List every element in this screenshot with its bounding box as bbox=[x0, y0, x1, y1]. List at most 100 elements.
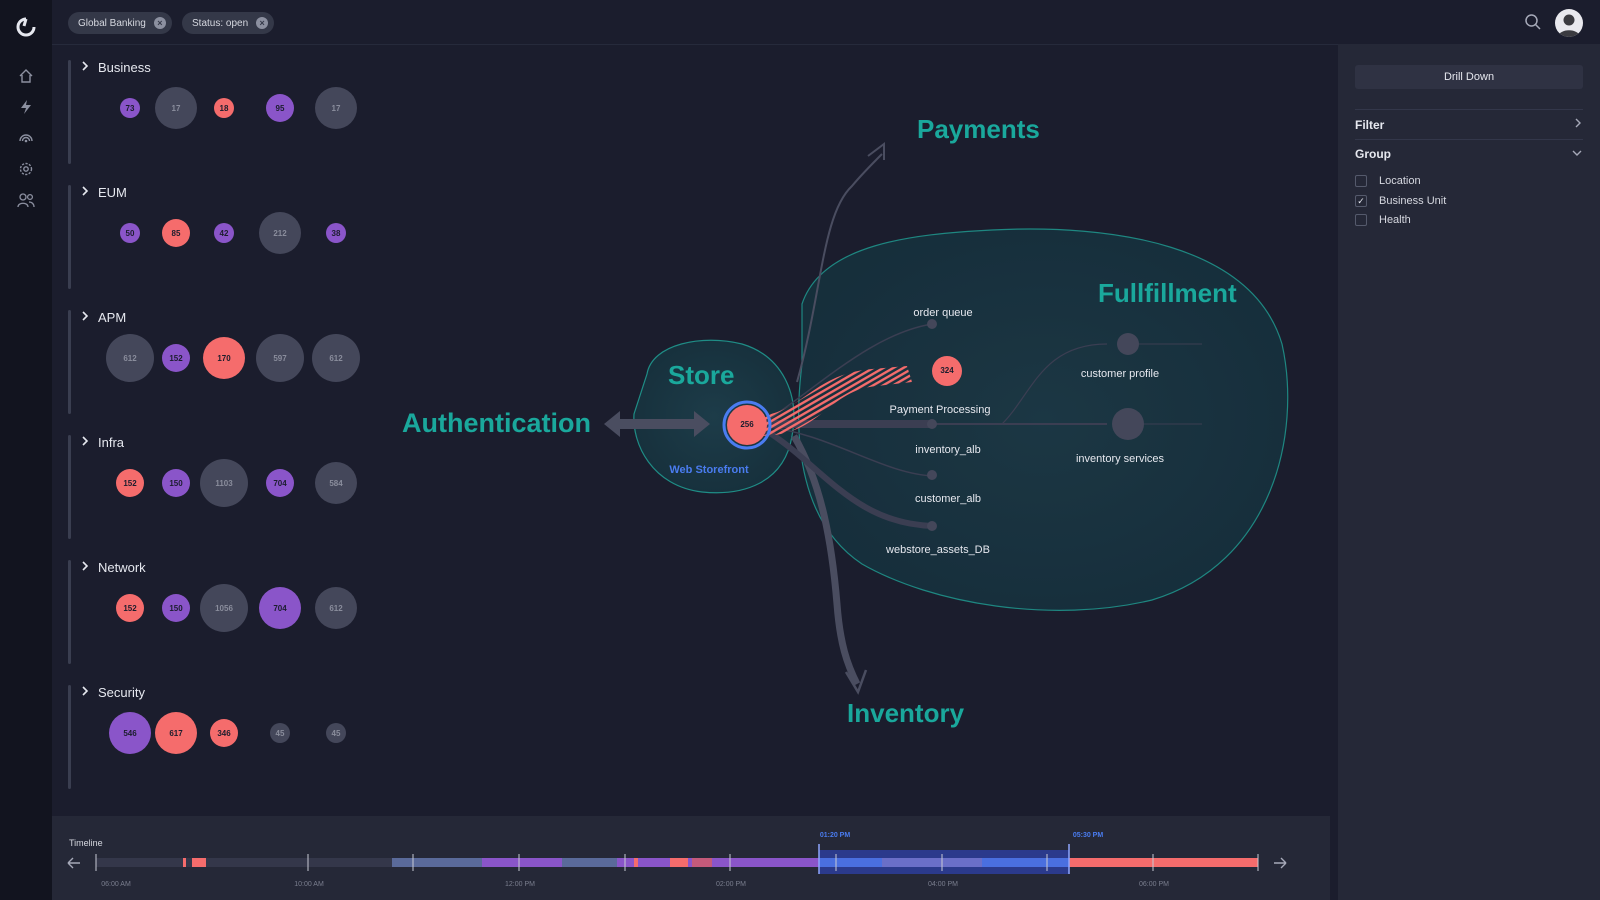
group-section-header[interactable]: Group bbox=[1355, 147, 1583, 161]
metric-bubble[interactable]: 150 bbox=[162, 469, 190, 497]
option-label: Location bbox=[1379, 175, 1421, 187]
arrow-left-icon[interactable] bbox=[67, 857, 80, 869]
metric-bubble[interactable]: 18 bbox=[214, 98, 234, 118]
metric-bubble[interactable]: 584 bbox=[315, 462, 357, 504]
inventory-services-node[interactable] bbox=[1112, 408, 1144, 440]
filter-chip[interactable]: Status: open × bbox=[182, 12, 275, 34]
inventory-alb-node[interactable] bbox=[927, 419, 937, 429]
checkbox-checked[interactable]: ✓ bbox=[1355, 195, 1367, 207]
metric-bubble[interactable]: 152 bbox=[116, 469, 144, 497]
metric-bubble[interactable]: 612 bbox=[315, 587, 357, 629]
domain-label-fulfillment[interactable]: Fullfillment bbox=[1098, 278, 1237, 309]
group-header[interactable]: APM bbox=[80, 310, 126, 325]
home-icon[interactable] bbox=[14, 64, 38, 88]
group-header[interactable]: Business bbox=[80, 60, 151, 75]
divider bbox=[1355, 139, 1583, 140]
group-apm: APM 612 152 170 597 612 bbox=[68, 302, 360, 414]
group-rule bbox=[68, 435, 71, 539]
metric-bubble[interactable]: 212 bbox=[259, 212, 301, 254]
filter-chip-label: Status: open bbox=[192, 17, 249, 29]
group-section-label: Group bbox=[1355, 147, 1391, 161]
search-icon[interactable] bbox=[1524, 13, 1542, 31]
webstore-assets-label: webstore_assets_DB bbox=[886, 544, 990, 556]
drill-down-button[interactable]: Drill Down bbox=[1355, 65, 1583, 89]
metric-bubble[interactable]: 546 bbox=[109, 712, 151, 754]
metric-bubble[interactable]: 85 bbox=[162, 219, 190, 247]
settings-panel: Drill Down Filter Group Location ✓ Busin… bbox=[1338, 44, 1600, 900]
group-header[interactable]: Security bbox=[80, 685, 145, 700]
arrow-right-icon[interactable] bbox=[1274, 857, 1287, 869]
metric-bubble[interactable]: 704 bbox=[259, 587, 301, 629]
metric-bubble[interactable]: 50 bbox=[120, 223, 140, 243]
chevron-right-icon[interactable] bbox=[80, 185, 94, 200]
signal-icon[interactable] bbox=[14, 126, 38, 150]
domain-label-authentication[interactable]: Authentication bbox=[402, 408, 591, 439]
group-security: Security 546 617 346 45 45 bbox=[68, 677, 358, 789]
checkbox[interactable] bbox=[1355, 214, 1367, 226]
chevron-right-icon[interactable] bbox=[80, 685, 94, 700]
metric-bubble[interactable]: 150 bbox=[162, 594, 190, 622]
order-queue-label: order queue bbox=[913, 307, 973, 319]
close-icon[interactable]: × bbox=[153, 17, 166, 29]
metric-bubble[interactable]: 152 bbox=[116, 594, 144, 622]
chevron-right-icon[interactable] bbox=[1573, 117, 1583, 132]
metric-bubble[interactable]: 152 bbox=[162, 344, 190, 372]
domain-label-payments[interactable]: Payments bbox=[917, 114, 1040, 145]
group-header[interactable]: Infra bbox=[80, 435, 124, 450]
chevron-right-icon[interactable] bbox=[80, 560, 94, 575]
lightning-icon[interactable] bbox=[14, 95, 38, 119]
metric-bubble[interactable]: 346 bbox=[210, 719, 238, 747]
webstore-assets-node[interactable] bbox=[927, 521, 937, 531]
group-option-location[interactable]: Location bbox=[1355, 175, 1421, 187]
arrow-head-icon bbox=[867, 142, 885, 160]
metric-bubble[interactable]: 17 bbox=[315, 87, 357, 129]
customer-profile-node[interactable] bbox=[1117, 333, 1139, 355]
domain-label-store[interactable]: Store bbox=[668, 360, 734, 391]
close-icon[interactable]: × bbox=[256, 17, 269, 29]
domain-label-inventory[interactable]: Inventory bbox=[847, 698, 964, 729]
filter-chip[interactable]: Global Banking × bbox=[68, 12, 172, 34]
logo-icon[interactable] bbox=[14, 15, 38, 39]
option-label: Business Unit bbox=[1379, 195, 1447, 207]
arrow-head-icon bbox=[604, 411, 620, 437]
metric-bubble[interactable]: 38 bbox=[326, 223, 346, 243]
metric-bubble[interactable]: 704 bbox=[266, 469, 294, 497]
checkbox[interactable] bbox=[1355, 175, 1367, 187]
metric-bubble[interactable]: 45 bbox=[326, 723, 346, 743]
group-rule bbox=[68, 560, 71, 664]
chevron-right-icon[interactable] bbox=[80, 60, 94, 75]
chevron-right-icon[interactable] bbox=[80, 310, 94, 325]
metric-bubble[interactable]: 1103 bbox=[200, 459, 248, 507]
group-title: EUM bbox=[98, 185, 127, 200]
group-infra: Infra 152 150 1103 704 584 bbox=[68, 427, 358, 539]
group-header[interactable]: EUM bbox=[80, 185, 127, 200]
customer-profile-label: customer profile bbox=[1080, 368, 1160, 380]
chevron-down-icon[interactable] bbox=[1571, 147, 1583, 161]
metric-bubble[interactable]: 617 bbox=[155, 712, 197, 754]
category-panel: Business 73 17 18 95 17 EUM 50 85 42 212 38 APM 612 15… bbox=[52, 44, 360, 816]
storefront-label[interactable]: Web Storefront bbox=[669, 464, 748, 476]
gear-icon[interactable] bbox=[14, 157, 38, 181]
group-header[interactable]: Network bbox=[80, 560, 146, 575]
metric-bubble[interactable]: 17 bbox=[155, 87, 197, 129]
avatar[interactable] bbox=[1555, 9, 1583, 37]
metric-bubble[interactable]: 73 bbox=[120, 98, 140, 118]
users-icon[interactable] bbox=[14, 188, 38, 212]
group-title: APM bbox=[98, 310, 127, 325]
metric-bubble[interactable]: 1056 bbox=[200, 584, 248, 632]
storefront-value: 256 bbox=[740, 420, 754, 429]
service-map: Payments Authentication Store Fullfillme… bbox=[352, 44, 1338, 816]
group-option-business-unit[interactable]: ✓ Business Unit bbox=[1355, 195, 1446, 207]
metric-bubble[interactable]: 95 bbox=[266, 94, 294, 122]
order-queue-node[interactable] bbox=[927, 319, 937, 329]
customer-alb-node[interactable] bbox=[927, 470, 937, 480]
metric-bubble[interactable]: 42 bbox=[214, 223, 234, 243]
metric-bubble[interactable]: 597 bbox=[256, 334, 304, 382]
group-option-health[interactable]: Health bbox=[1355, 214, 1411, 226]
metric-bubble[interactable]: 45 bbox=[270, 723, 290, 743]
metric-bubble[interactable]: 170 bbox=[203, 337, 245, 379]
group-title: Security bbox=[98, 685, 145, 700]
filter-section-header[interactable]: Filter bbox=[1355, 118, 1583, 132]
chevron-right-icon[interactable] bbox=[80, 435, 94, 450]
metric-bubble[interactable]: 612 bbox=[106, 334, 154, 382]
